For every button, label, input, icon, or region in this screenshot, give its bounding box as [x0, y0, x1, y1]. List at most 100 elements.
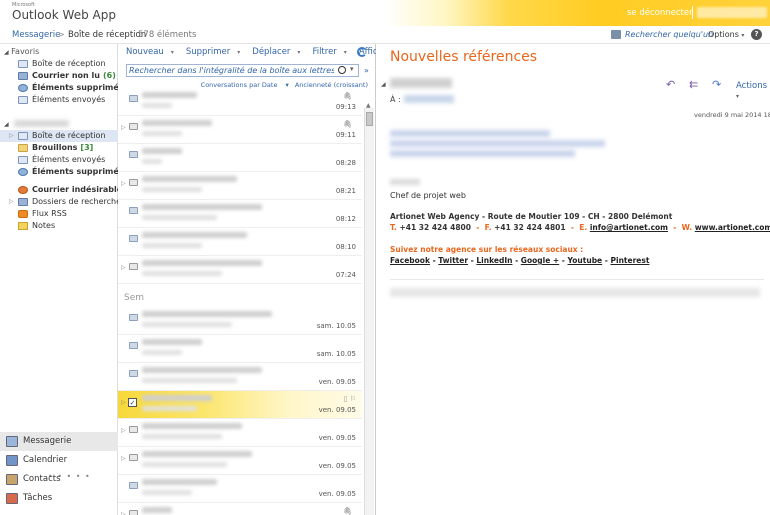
social-links: Facebook - Twitter - LinkedIn - Google +… — [390, 256, 649, 265]
expand-triangle-icon[interactable]: ▷ — [9, 130, 14, 142]
message-row[interactable]: ven. 09.05 — [118, 475, 362, 503]
module-contacts[interactable]: Contacts — [0, 470, 118, 489]
sender-redacted — [142, 260, 262, 266]
message-row[interactable]: ▷ 07:24 — [118, 256, 362, 284]
actions-menu[interactable]: Actions ▾ — [736, 81, 770, 101]
unread-count: (6) — [102, 71, 116, 80]
message-row[interactable]: sam. 10.05 — [118, 307, 362, 335]
social-link-linkedin[interactable]: LinkedIn — [476, 256, 512, 265]
message-row[interactable]: ▷ ven. 09.05 — [118, 447, 362, 475]
message-row[interactable]: 08:28 — [118, 144, 362, 172]
message-row[interactable]: ▷ ven. 09.05 — [118, 419, 362, 447]
fax-number: +41 32 424 4801 — [494, 223, 566, 232]
options-menu[interactable]: Options ▾ — [708, 30, 744, 39]
website-link[interactable]: www.artionet.com — [695, 223, 770, 232]
message-row[interactable]: ▷ ✓ ▯ ⚐ ven. 09.05 — [118, 391, 362, 419]
folder-item[interactable]: ▷ Dossiers de recherche — [0, 196, 121, 208]
folder-item[interactable]: Éléments envoyés — [0, 154, 118, 166]
expand-conversation-icon[interactable]: ▷ — [121, 399, 126, 406]
folder-label: Éléments envoyés — [32, 154, 105, 166]
folder-item[interactable]: Éléments envoyés — [0, 94, 118, 106]
reading-pane: Nouvelles références ◢ À : ↶ ⇇ ↷ Actions… — [376, 44, 770, 515]
message-row[interactable]: sam. 10.05 — [118, 335, 362, 363]
module-mail-module[interactable]: Messagerie — [0, 432, 118, 451]
folder-label: Flux RSS — [32, 208, 67, 220]
chevron-down-icon: ▾ — [297, 49, 301, 56]
help-icon[interactable]: ? — [751, 29, 762, 40]
folder-item[interactable]: Flux RSS — [0, 208, 118, 220]
move-label: Déplacer — [252, 47, 291, 57]
social-link-twitter[interactable]: Twitter — [438, 256, 468, 265]
expand-conversation-icon[interactable]: ▷ — [121, 180, 126, 187]
message-checkbox[interactable]: ✓ — [128, 398, 137, 407]
social-link-pinterest[interactable]: Pinterest — [611, 256, 650, 265]
folder-label: Notes — [32, 220, 55, 232]
scroll-thumb[interactable] — [366, 112, 373, 126]
forward-icon[interactable]: ↷ — [712, 79, 726, 90]
filter-button[interactable]: Filtrer ▾ — [312, 47, 352, 57]
search-icon[interactable] — [338, 66, 346, 74]
folder-item[interactable]: Éléments supprimés(2) — [0, 82, 139, 94]
refresh-icon[interactable] — [357, 47, 367, 57]
social-intro: Suivez notre agence sur les réseaux soci… — [390, 245, 584, 254]
expand-conversation-icon[interactable]: ▷ — [121, 511, 126, 515]
folder-item[interactable]: Courrier non lu (6) — [0, 70, 118, 82]
folder-label: Dossiers de recherche — [32, 196, 121, 208]
find-someone-link[interactable]: Rechercher quelqu'un — [625, 30, 713, 39]
module-calendar[interactable]: Calendrier — [0, 451, 118, 470]
message-list-scrollbar[interactable]: ▲ — [364, 102, 374, 515]
mailbox-header[interactable]: ◢ — [4, 119, 69, 128]
folder-item[interactable]: ▷ Boîte de réception — [0, 130, 118, 142]
module-tasks[interactable]: Tâches — [0, 489, 118, 508]
expand-search-icon[interactable]: » — [364, 66, 369, 75]
social-separator: - — [602, 256, 611, 265]
folder-item[interactable]: Notes — [0, 220, 118, 232]
message-row[interactable]: ▷ 08:21 — [118, 172, 362, 200]
collapse-triangle-icon[interactable]: ◢ — [381, 81, 386, 88]
expand-conversation-icon[interactable]: ▷ — [121, 124, 126, 131]
search-input[interactable] — [129, 65, 334, 76]
social-link-youtube[interactable]: Youtube — [568, 256, 603, 265]
new-button[interactable]: Nouveau ▾ — [126, 47, 180, 57]
expand-conversation-icon[interactable]: ▷ — [121, 455, 126, 462]
tel-number: +41 32 424 4800 — [399, 223, 471, 232]
favorites-header[interactable]: ◢ Favoris — [4, 47, 39, 56]
message-row[interactable]: ▷ 🖇 — [118, 503, 362, 515]
email-link[interactable]: info@artionet.com — [590, 223, 668, 232]
envelope-icon — [129, 510, 138, 515]
body-text-redacted — [390, 130, 550, 137]
expand-conversation-icon[interactable]: ▷ — [121, 427, 126, 434]
search-scope-dropdown-icon[interactable]: ▾ — [350, 65, 354, 73]
reply-all-icon[interactable]: ⇇ — [689, 79, 703, 90]
message-row[interactable]: 08:10 — [118, 228, 362, 256]
expand-conversation-icon[interactable]: ▷ — [121, 264, 126, 271]
module-label: Calendrier — [23, 455, 68, 465]
folder-item[interactable]: Courrier indésirable[5] — [0, 184, 138, 196]
delete-button[interactable]: Supprimer ▾ — [186, 47, 246, 57]
expand-triangle-icon[interactable]: ▷ — [9, 196, 14, 208]
subject-redacted — [142, 406, 197, 411]
signout-link[interactable]: se déconnecter — [627, 8, 693, 18]
breadcrumb-root[interactable]: Messagerie — [12, 30, 60, 40]
social-link-facebook[interactable]: Facebook — [390, 256, 430, 265]
subject-redacted — [142, 103, 172, 108]
message-row[interactable]: ven. 09.05 — [118, 363, 362, 391]
message-row[interactable]: ▷ 🖇 09:11 — [118, 116, 362, 144]
reply-icon[interactable]: ↶ — [666, 79, 680, 90]
scroll-up-arrow-icon[interactable]: ▲ — [366, 102, 371, 109]
unread-count: [3] — [80, 143, 94, 152]
message-row[interactable]: 08:12 — [118, 200, 362, 228]
move-button[interactable]: Déplacer ▾ — [252, 47, 306, 57]
social-link-google[interactable]: Google + — [521, 256, 559, 265]
folder-item[interactable]: Brouillons [3] — [0, 142, 118, 154]
folder-item[interactable]: Boîte de réception — [0, 58, 118, 70]
subject-redacted — [142, 159, 162, 164]
breadcrumb-separator: > — [58, 30, 65, 39]
folder-name: Éléments supprimés — [32, 83, 124, 92]
address-book-icon[interactable] — [611, 30, 621, 39]
chevron-down-icon: ▾ — [170, 49, 174, 56]
message-row[interactable]: 🖇 09:13 — [118, 88, 362, 116]
folder-name: Dossiers de recherche — [32, 197, 122, 206]
flag-icon[interactable]: ▯ ⚐ — [344, 395, 356, 403]
folder-item[interactable]: Éléments supprimés(2) — [0, 166, 139, 178]
